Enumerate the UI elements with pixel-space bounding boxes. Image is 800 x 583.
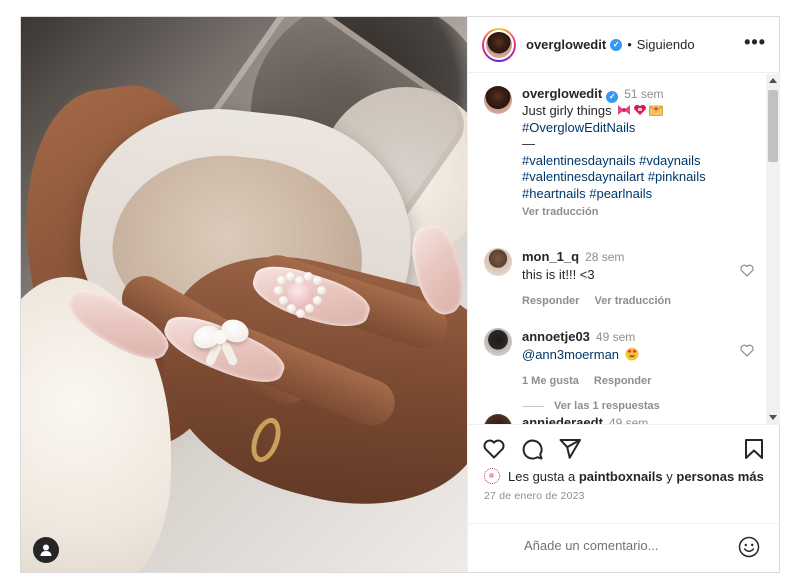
heart-eyes-emoji-icon: [625, 347, 639, 361]
author-avatar[interactable]: [484, 29, 514, 60]
photo-pearl: [277, 276, 286, 285]
post-header: overglowedit ✓ • Siguiendo •••: [468, 17, 780, 73]
like-comment-heart-icon[interactable]: [740, 264, 754, 277]
comment-likes-count[interactable]: 1 Me gusta: [522, 375, 579, 387]
hashtag-link[interactable]: #vdaynails: [639, 153, 700, 168]
photo-bow-knot: [213, 330, 227, 344]
photo-pearl: [295, 276, 304, 285]
view-replies-button[interactable]: Ver las 1 respuestas: [522, 400, 660, 412]
comment-username[interactable]: mon_1_q: [522, 249, 579, 264]
comment-item: annoetje03 49 sem @ann3moerman 1 Me gusta: [484, 328, 754, 390]
replies-line: [522, 405, 544, 407]
hashtag-link[interactable]: #heartnails: [522, 186, 586, 201]
likes-summary: Les gusta a paintboxnails y personas más: [484, 468, 764, 484]
photo-pearl: [274, 286, 283, 295]
photo-pearl: [304, 272, 313, 281]
photo-bow-tail: [220, 341, 239, 367]
header-separator: •: [627, 37, 632, 52]
comment-item: mon_1_q 28 sem this is it!!! <3 Responder…: [484, 248, 754, 310]
photo-pearl: [317, 286, 326, 295]
translate-button[interactable]: Ver traducción: [595, 295, 671, 307]
author-username[interactable]: overglowedit: [526, 37, 606, 52]
caption-translate-link[interactable]: Ver traducción: [522, 204, 706, 221]
comment-item: annjederaedt 49 sem: [484, 414, 754, 424]
photo-pearl: [313, 296, 322, 305]
comment-time[interactable]: 28 sem: [585, 250, 624, 264]
follow-status-button[interactable]: Siguiendo: [637, 37, 695, 52]
caption-username[interactable]: overglowedit: [522, 86, 602, 101]
photo-pearl: [287, 304, 296, 313]
photo-pearl: [286, 272, 295, 281]
comments-section[interactable]: overglowedit ✓ 51 sem Just girly things #O…: [468, 74, 780, 424]
user-icon: [40, 544, 52, 556]
post-caption: overglowedit ✓ 51 sem Just girly things #O…: [484, 86, 754, 221]
comment-avatar[interactable]: [484, 248, 512, 276]
photo-pearl-heart: [273, 272, 327, 318]
comment-username[interactable]: annjederaedt: [522, 415, 603, 424]
share-send-icon[interactable]: [558, 437, 582, 461]
author-story-ring[interactable]: [482, 27, 516, 62]
photo-bow-charm: [189, 312, 253, 372]
scrollbar-thumb[interactable]: [768, 90, 778, 162]
reply-button[interactable]: Responder: [522, 295, 579, 307]
photo-pearl: [305, 304, 314, 313]
caption-avatar[interactable]: [484, 86, 512, 114]
comment-time[interactable]: 49 sem: [596, 330, 635, 344]
likes-prefix: Les gusta a: [508, 468, 576, 484]
photo-heart-charm: [287, 282, 313, 306]
emoji-picker-icon[interactable]: [738, 536, 760, 558]
likes-conj: y: [666, 468, 673, 484]
hashtag-link[interactable]: #valentinesdaynails: [522, 153, 635, 168]
verified-badge-icon: ✓: [610, 38, 623, 51]
hashtag-link[interactable]: #valentinesdaynailart: [522, 169, 644, 184]
likes-others-link[interactable]: personas más: [676, 469, 763, 484]
save-bookmark-icon[interactable]: [742, 437, 766, 461]
reply-button[interactable]: Responder: [594, 375, 651, 387]
comment-avatar[interactable]: [484, 328, 512, 356]
tagged-users-button[interactable]: [33, 537, 59, 563]
photo-pearl: [279, 296, 288, 305]
liker-avatar[interactable]: [484, 468, 500, 484]
photo-pearl: [296, 309, 305, 318]
liker-username[interactable]: paintboxnails: [579, 469, 663, 484]
comment-time[interactable]: 49 sem: [609, 416, 648, 424]
caption-text: Just girly things: [522, 103, 612, 118]
post-modal: overglowedit ✓ • Siguiendo ••• overglowe…: [20, 16, 780, 573]
comments-scrollbar[interactable]: [766, 74, 780, 424]
verified-badge-icon: ✓: [606, 91, 619, 103]
scroll-up-icon[interactable]: [769, 78, 777, 83]
hashtag-link[interactable]: #pinknails: [648, 169, 706, 184]
comment-username[interactable]: annoetje03: [522, 329, 590, 344]
hashtag-link[interactable]: #pearlnails: [589, 186, 652, 201]
scroll-down-icon[interactable]: [769, 415, 777, 420]
caption-time[interactable]: 51 sem: [624, 87, 663, 101]
post-action-bar: [468, 424, 780, 472]
like-comment-heart-icon[interactable]: [740, 344, 754, 357]
hashtag-link[interactable]: #OverglowEditNails: [522, 120, 706, 137]
envelope-heart-emoji-icon: [649, 105, 664, 116]
comment-bubble-icon[interactable]: [520, 437, 544, 461]
like-heart-icon[interactable]: [482, 437, 506, 461]
caption-divider: —: [522, 136, 535, 151]
add-comment-bar: [468, 523, 780, 572]
photo-pearl: [313, 276, 322, 285]
comment-avatar[interactable]: [484, 414, 512, 424]
mention-link[interactable]: @ann3moerman: [522, 347, 619, 362]
comment-input[interactable]: [524, 538, 724, 553]
view-replies-label: Ver las 1 respuestas: [554, 400, 660, 412]
ribbon-emoji-icon: [618, 105, 631, 115]
post-side-panel: overglowedit ✓ • Siguiendo ••• overglowe…: [467, 17, 780, 572]
comment-text: this is it!!! <3: [522, 267, 595, 282]
more-options-icon[interactable]: •••: [744, 33, 766, 51]
post-image[interactable]: [21, 17, 467, 572]
post-date[interactable]: 27 de enero de 2023: [484, 490, 585, 502]
heart-ribbon-emoji-icon: [634, 104, 647, 115]
